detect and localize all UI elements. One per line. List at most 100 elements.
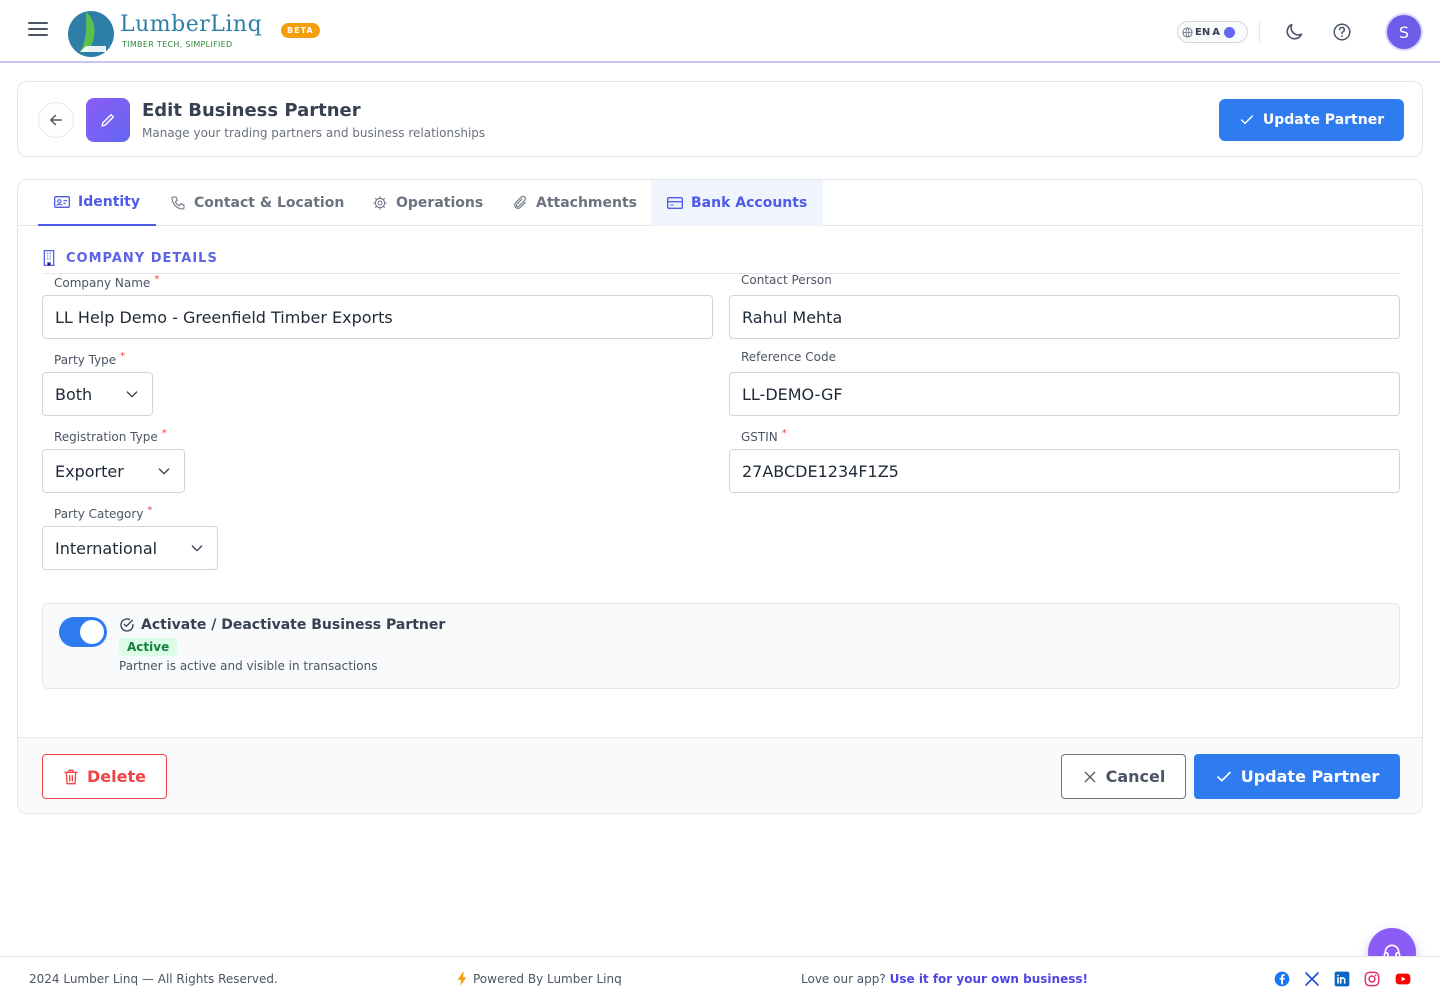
logo-mark-icon [68, 11, 114, 57]
check-icon [1216, 771, 1231, 782]
page-subtitle: Manage your trading partners and busines… [142, 126, 486, 140]
required-marker: * [120, 351, 126, 362]
registration-type-select[interactable]: Exporter [42, 449, 185, 493]
brand-logo[interactable]: LumberLinq TIMBER TECH, SIMPLIFIED [66, 6, 266, 58]
building-icon [43, 250, 55, 266]
registration-type-label: Registration Type * [54, 428, 167, 444]
moon-icon[interactable] [1283, 21, 1305, 43]
avatar[interactable]: S [1387, 15, 1421, 49]
divider [1259, 20, 1260, 44]
tab-operations-label: Operations [396, 195, 484, 211]
powered-by-text: Powered By Lumber Linq [473, 972, 622, 986]
status-title: Activate / Deactivate Business Partner [119, 617, 445, 633]
required-marker: * [147, 505, 153, 516]
contact-person-label: Contact Person [741, 273, 832, 287]
arrow-left-icon [50, 114, 62, 126]
powered-by: Powered By Lumber Linq [457, 972, 622, 986]
gstin-field[interactable]: 27ABCDE1234F1Z5 [729, 449, 1400, 493]
top-navbar: LumberLinq TIMBER TECH, SIMPLIFIED BETA … [0, 0, 1440, 63]
contact-person-field[interactable]: Rahul Mehta [729, 295, 1400, 339]
chevron-down-icon [126, 391, 138, 398]
edit-badge [86, 98, 130, 142]
status-panel: Activate / Deactivate Business Partner A… [42, 603, 1400, 689]
update-partner-button-bottom[interactable]: Update Partner [1194, 754, 1400, 799]
party-type-label: Party Type * [54, 351, 126, 367]
facebook-icon[interactable] [1274, 971, 1290, 987]
company-name-field[interactable]: LL Help Demo - Greenfield Timber Exports [42, 295, 713, 339]
chevron-down-icon [158, 468, 170, 475]
promo-prefix: Love our app? [801, 972, 886, 986]
required-marker: * [161, 428, 167, 439]
party-category-select[interactable]: International [42, 526, 218, 570]
section-title: COMPANY DETAILS [42, 250, 218, 266]
reference-code-label: Reference Code [741, 350, 836, 364]
page-header: Edit Business Partner Manage your tradin… [17, 81, 1423, 157]
help-icon[interactable] [1331, 21, 1353, 43]
required-marker: * [154, 274, 160, 285]
brand-name: LumberLinq [120, 12, 263, 37]
promo-text: Love our app? Use it for your own busine… [801, 972, 1088, 986]
status-title-text: Activate / Deactivate Business Partner [141, 617, 446, 633]
tab-identity[interactable]: Identity [38, 180, 157, 226]
reference-code-field[interactable]: LL-DEMO-GF [729, 372, 1400, 416]
tab-contact-location[interactable]: Contact & Location [154, 180, 360, 226]
party-category-label-text: Party Category [54, 507, 144, 521]
tab-attachments-label: Attachments [536, 195, 638, 211]
registration-type-value: Exporter [55, 461, 124, 481]
youtube-icon[interactable] [1395, 971, 1411, 987]
copyright-text: 2024 Lumber Linq — All Rights Reserved. [29, 972, 278, 986]
party-type-label-text: Party Type [54, 353, 117, 367]
back-button[interactable] [38, 102, 74, 138]
partner-form-card: Identity Contact & Location Operations A… [17, 179, 1423, 814]
tab-operations[interactable]: Operations [356, 180, 499, 226]
party-category-label: Party Category * [54, 505, 153, 521]
update-partner-button[interactable]: Update Partner [1219, 99, 1404, 141]
language-alt: A [1212, 26, 1220, 38]
party-category-value: International [55, 538, 158, 558]
update-partner-label: Update Partner [1262, 112, 1385, 128]
status-badge: Active [119, 638, 178, 656]
cancel-label: Cancel [1105, 767, 1166, 786]
tab-attachments[interactable]: Attachments [496, 180, 653, 226]
gear-icon [373, 196, 387, 210]
cancel-button[interactable]: Cancel [1061, 754, 1186, 799]
party-type-value: Both [55, 384, 93, 404]
check-circle-icon [120, 618, 134, 632]
delete-label: Delete [87, 767, 146, 786]
language-toggle[interactable]: EN A [1177, 21, 1248, 43]
linkedin-icon[interactable] [1334, 971, 1350, 987]
globe-icon [1182, 26, 1193, 38]
id-card-icon [54, 196, 70, 208]
tab-bar: Identity Contact & Location Operations A… [18, 180, 1422, 226]
instagram-icon[interactable] [1364, 971, 1380, 987]
status-description: Partner is active and visible in transac… [119, 659, 378, 673]
toggle-knob [80, 620, 104, 644]
menu-icon[interactable] [28, 22, 48, 40]
phone-icon [171, 196, 185, 210]
form-actions: Delete Cancel Update Partner [18, 737, 1422, 813]
tab-bank-accounts-label: Bank Accounts [691, 195, 808, 211]
section-divider [42, 273, 1400, 274]
registration-type-label-text: Registration Type [54, 430, 158, 444]
close-icon [1084, 771, 1095, 782]
company-name-label: Company Name * [54, 274, 160, 290]
tab-identity-label: Identity [78, 194, 141, 210]
section-title-text: COMPANY DETAILS [66, 250, 218, 266]
paperclip-icon [514, 195, 526, 209]
gstin-label: GSTIN * [741, 428, 787, 444]
update-partner-label-bottom: Update Partner [1240, 767, 1380, 786]
tab-contact-label: Contact & Location [194, 195, 345, 211]
company-name-label-text: Company Name [54, 276, 151, 290]
gstin-label-text: GSTIN [741, 430, 778, 444]
required-marker: * [781, 428, 787, 439]
party-type-select[interactable]: Both [42, 372, 153, 416]
tab-bank-accounts[interactable]: Bank Accounts [651, 180, 824, 226]
x-twitter-icon[interactable] [1304, 971, 1320, 987]
promo-link[interactable]: Use it for your own business! [890, 972, 1088, 986]
delete-button[interactable]: Delete [42, 754, 167, 799]
lightning-icon [457, 972, 467, 986]
brand-tagline: TIMBER TECH, SIMPLIFIED [122, 40, 233, 49]
credit-card-icon [667, 197, 683, 209]
active-toggle[interactable] [59, 617, 107, 647]
pencil-icon [101, 114, 114, 127]
